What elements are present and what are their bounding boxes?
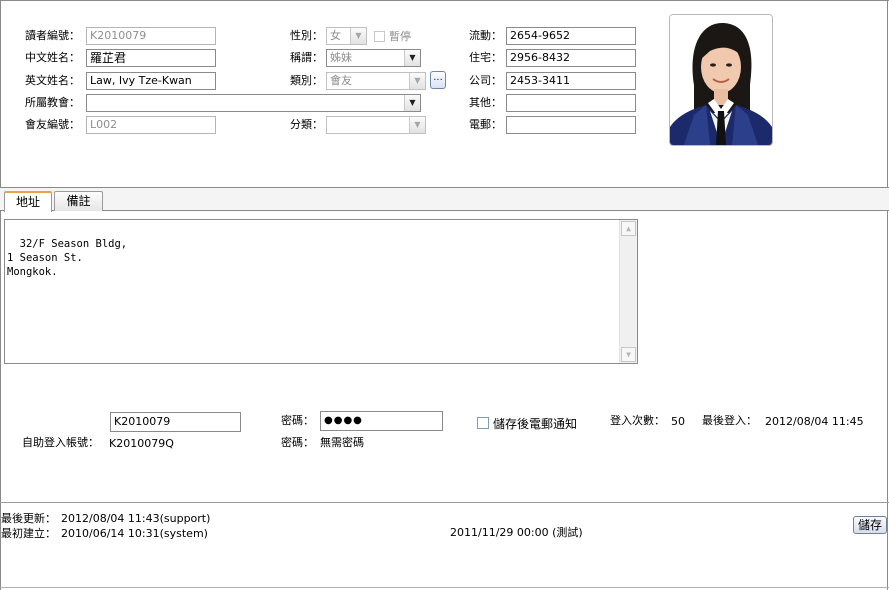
window-top-border <box>0 0 889 1</box>
home-phone-field[interactable]: 2956-8432 <box>506 49 636 67</box>
chevron-down-icon: ▼ <box>350 28 366 44</box>
footer-status-text: 2011/11/29 00:00 (測試) <box>450 526 583 539</box>
password-label-secondary: 密碼： <box>281 436 314 449</box>
chevron-down-icon: ▼ <box>409 73 425 89</box>
password-field[interactable]: ●●●● <box>320 411 443 431</box>
mobile-field[interactable]: 2654-9652 <box>506 27 636 45</box>
office-phone-field[interactable]: 2453-3411 <box>506 72 636 90</box>
office-phone-label: 公司： <box>469 74 502 87</box>
email-label: 電郵： <box>469 118 502 131</box>
category-select[interactable]: ▼ <box>326 116 426 134</box>
address-textarea[interactable]: 32/F Season Bldg, 1 Season St. Mongkok. … <box>4 219 638 364</box>
english-name-field[interactable]: Law, Ivy Tze-Kwan <box>86 72 216 90</box>
type-select-value: 會友 <box>330 74 352 87</box>
scroll-down-icon[interactable]: ▼ <box>621 347 636 362</box>
chinese-name-field[interactable]: 羅芷君 <box>86 49 216 67</box>
email-notify-label: 儲存後電郵通知 <box>493 417 578 431</box>
chevron-down-icon: ▼ <box>404 95 420 111</box>
last-updated-label: 最後更新： <box>1 512 56 525</box>
chinese-name-label: 中文姓名： <box>25 51 80 64</box>
other-phone-field[interactable] <box>506 94 636 112</box>
title-select[interactable]: 姊妹 ▼ <box>326 49 421 67</box>
address-text: 32/F Season Bldg, 1 Season St. Mongkok. <box>7 238 128 278</box>
password-label: 密碼： <box>281 414 314 427</box>
login-count-label: 登入次數： <box>610 414 665 427</box>
category-label: 分類： <box>290 118 323 131</box>
other-phone-label: 其他： <box>469 96 502 109</box>
gender-select[interactable]: 女 ▼ <box>326 27 367 45</box>
scroll-up-icon[interactable]: ▲ <box>621 221 636 236</box>
title-select-value: 姊妹 <box>330 51 352 64</box>
chevron-down-icon: ▼ <box>409 117 425 133</box>
created-label: 最初建立： <box>1 527 56 540</box>
type-select[interactable]: 會友 ▼ <box>326 72 426 90</box>
window-bottom-border <box>0 587 889 588</box>
footer-divider <box>0 502 889 503</box>
created-value: 2010/06/14 10:31(system) <box>61 527 208 540</box>
address-scrollbar[interactable]: ▲ ▼ <box>619 220 637 363</box>
save-button[interactable]: 儲存 <box>853 516 887 534</box>
church-select[interactable]: ▼ <box>86 94 421 112</box>
portrait-image <box>670 15 772 145</box>
title-label: 稱謂： <box>290 51 323 64</box>
tab-notes[interactable]: 備註 <box>54 191 103 211</box>
tab-bar: 地址 備註 <box>0 187 889 212</box>
self-login-account-value: K2010079Q <box>109 437 174 450</box>
suspend-checkbox[interactable] <box>374 31 385 42</box>
last-updated-value: 2012/08/04 11:43(support) <box>61 512 211 525</box>
tab-address[interactable]: 地址 <box>4 191 52 212</box>
self-login-account-label: 自助登入帳號： <box>22 436 99 449</box>
self-login-username-field[interactable]: K2010079 <box>110 412 241 432</box>
type-label: 類別： <box>290 74 323 87</box>
last-login-value: 2012/08/04 11:45 <box>765 415 864 428</box>
suspend-label: 暫停 <box>389 30 411 43</box>
church-label: 所屬教會： <box>25 96 80 109</box>
member-id-field[interactable]: L002 <box>86 116 216 134</box>
password-status-text: 無需密碼 <box>320 436 364 449</box>
english-name-label: 英文姓名： <box>25 74 80 87</box>
reader-id-field[interactable]: K2010079 <box>86 27 216 45</box>
member-photo <box>669 14 773 146</box>
member-id-label: 會友編號： <box>25 118 80 131</box>
reader-id-label: 讀者編號： <box>25 29 80 42</box>
email-notify-checkbox[interactable] <box>477 417 489 429</box>
gender-select-value: 女 <box>330 29 341 42</box>
mobile-label: 流動： <box>469 29 502 42</box>
home-phone-label: 住宅： <box>469 51 502 64</box>
email-field[interactable] <box>506 116 636 134</box>
type-lookup-button[interactable]: ... <box>430 71 446 89</box>
chevron-down-icon: ▼ <box>404 50 420 66</box>
login-count-value: 50 <box>671 415 685 428</box>
gender-label: 性別： <box>290 29 323 42</box>
last-login-label: 最後登入： <box>702 414 757 427</box>
